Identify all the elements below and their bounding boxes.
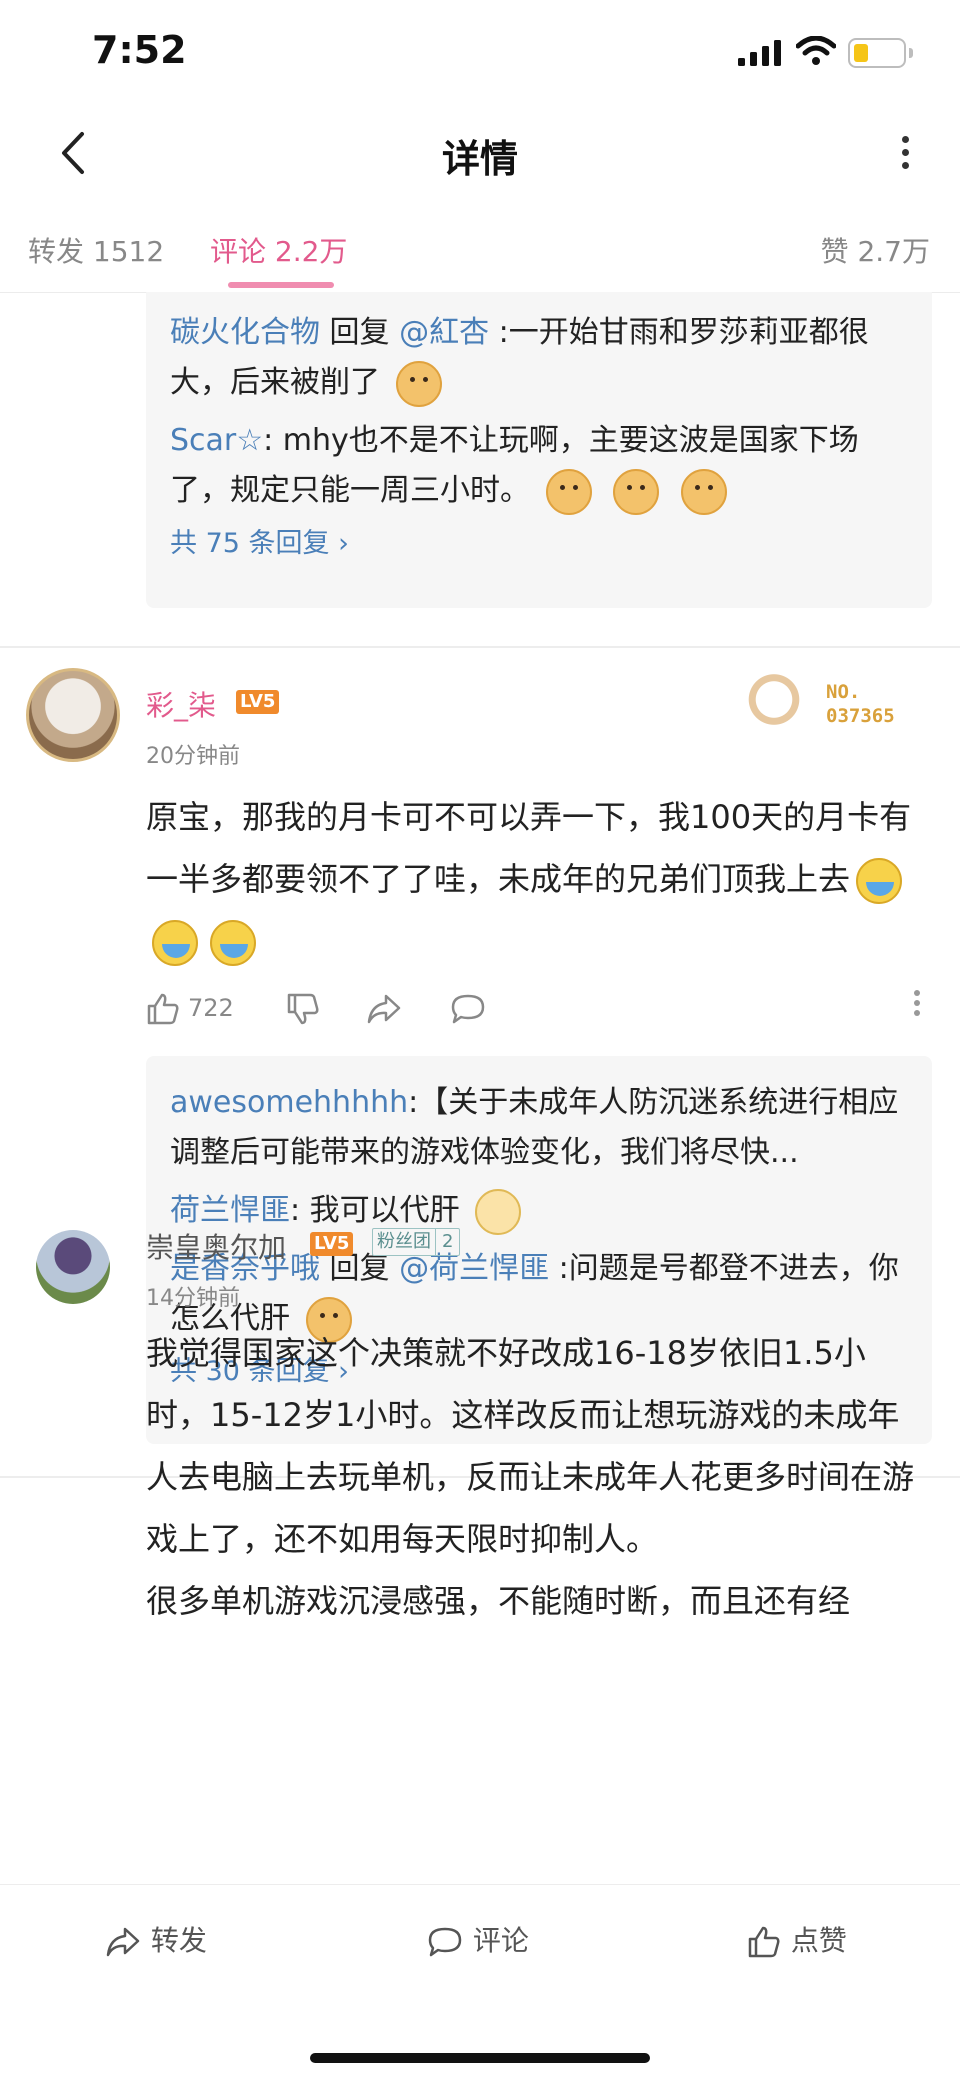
reply-mention[interactable]: @紅杏 (399, 315, 489, 350)
page-title: 详情 (441, 137, 518, 181)
comment-label: 评论 (472, 1924, 529, 1957)
reply-item: awesomehhhhh:【关于未成年人防沉迷系统进行相应调整后可能带来的游戏体… (170, 1078, 908, 1178)
status-time: 7:52 (92, 28, 187, 72)
comment-actions: 722 (146, 986, 926, 1036)
comment-body: 原宝，那我的月卡可不可以弄一下，我100天的月卡有一半多都要领不了了哇，未成年的… (146, 786, 926, 972)
reply-username[interactable]: 碳火化合物 (170, 315, 320, 350)
comment-list: 碳火化合物 回复 @紅杏 :一开始甘雨和罗莎莉亚都很大，后来被削了 Scar☆:… (0, 292, 960, 1884)
tab-active-indicator (228, 282, 334, 288)
like-label: 点赞 (790, 1924, 847, 1957)
dislike-icon[interactable] (286, 992, 320, 1026)
doge-emoji-icon (613, 468, 660, 515)
fan-club-level: 2 (435, 1229, 459, 1255)
share-icon (106, 1927, 140, 1957)
comment-timestamp: 20分钟前 (146, 744, 240, 769)
like-count: 722 (188, 994, 234, 1022)
more-options-icon[interactable] (890, 130, 920, 180)
reply-text: : 我可以代肝 (290, 1193, 460, 1228)
comment-username[interactable]: 彩_柒 (146, 684, 216, 724)
comment-text: 我觉得国家这个决策就不好改成16-18岁依旧1.5小时，15-12岁1小时。这样… (146, 1334, 915, 1558)
reply-username[interactable]: Scar☆ (170, 423, 263, 458)
reply-item: 碳火化合物 回复 @紅杏 :一开始甘雨和罗莎莉亚都很大，后来被削了 (170, 308, 908, 408)
reply-item: Scar☆: mhy也不是不让玩啊，主要这波是国家下场了，规定只能一周三小时。 (170, 416, 908, 516)
fan-club-label: 粉丝团 (377, 1231, 431, 1252)
status-bar: 7:52 (0, 0, 960, 100)
meditating-emoji-icon (475, 1188, 522, 1235)
comment-text-continued: 很多单机游戏沉浸感强，不能随时断，而且还有经 (146, 1582, 851, 1620)
comment-username[interactable]: 崇皇奥尔加 (146, 1226, 286, 1266)
doge-emoji-icon (680, 468, 727, 515)
view-more-replies-link[interactable]: 共 75 条回复 › (170, 524, 908, 564)
comment-icon (428, 1927, 462, 1957)
home-indicator[interactable] (310, 2053, 650, 2063)
like-button[interactable]: 点赞 (746, 1919, 847, 1959)
bottom-action-bar: 转发 评论 点赞 (0, 1884, 960, 2079)
comment-button[interactable]: 评论 (426, 1919, 529, 1959)
comment-body: 我觉得国家这个决策就不好改成16-18岁依旧1.5小时，15-12岁1小时。这样… (146, 1322, 926, 1632)
reply-icon[interactable] (450, 992, 486, 1026)
doge-emoji-icon (545, 468, 592, 515)
doge-emoji-icon (395, 360, 442, 407)
comment-more-icon[interactable] (912, 986, 922, 1020)
comment-text: 原宝，那我的月卡可不可以弄一下，我100天的月卡有一半多都要领不了了哇，未成年的… (146, 798, 912, 898)
reply-box[interactable]: 碳火化合物 回复 @紅杏 :一开始甘雨和罗莎莉亚都很大，后来被削了 Scar☆:… (146, 292, 932, 608)
badge-number: 037365 (826, 705, 895, 727)
avatar[interactable] (26, 668, 120, 762)
wifi-icon (796, 36, 836, 65)
tab-like[interactable]: 赞 2.7万 (821, 230, 930, 270)
repost-label: 转发 (150, 1924, 207, 1957)
repost-button[interactable]: 转发 (104, 1919, 207, 1959)
badge-no-label: NO. (826, 681, 861, 703)
chibi-character-icon (742, 668, 806, 738)
user-level-badge: LV5 (236, 690, 280, 714)
user-level-badge: LV5 (310, 1232, 354, 1256)
comment-timestamp: 14分钟前 (146, 1286, 240, 1311)
nav-bar: 详情 (0, 100, 960, 210)
reply-verb: 回复 (329, 315, 390, 350)
fan-club-badge: 粉丝团 2 (372, 1228, 461, 1256)
like-icon (748, 1926, 780, 1958)
cellular-signal-icon (738, 40, 781, 66)
tab-repost[interactable]: 转发 1512 (28, 230, 164, 270)
avatar[interactable] (36, 1230, 110, 1304)
reply-username[interactable]: awesomehhhhh (170, 1085, 408, 1120)
divider (0, 646, 960, 648)
crying-emoji-icon (856, 858, 903, 904)
tab-bar: 转发 1512 评论 2.2万 赞 2.7万 (0, 212, 960, 293)
fan-number-badge: NO. 037365 (736, 662, 906, 752)
reply-username[interactable]: 荷兰悍匪 (170, 1193, 290, 1228)
reply-verb: 回复 (329, 1251, 390, 1286)
like-icon[interactable] (146, 992, 180, 1026)
reply-text: : mhy也不是不让玩啊，主要这波是国家下场了，规定只能一周三小时。 (170, 423, 859, 508)
tab-comment[interactable]: 评论 2.2万 (210, 230, 347, 270)
share-icon[interactable] (366, 992, 402, 1026)
reply-mention[interactable]: @荷兰悍匪 (399, 1251, 549, 1286)
crying-emoji-icon (152, 920, 198, 966)
crying-emoji-icon (210, 920, 256, 966)
battery-icon (848, 38, 913, 68)
